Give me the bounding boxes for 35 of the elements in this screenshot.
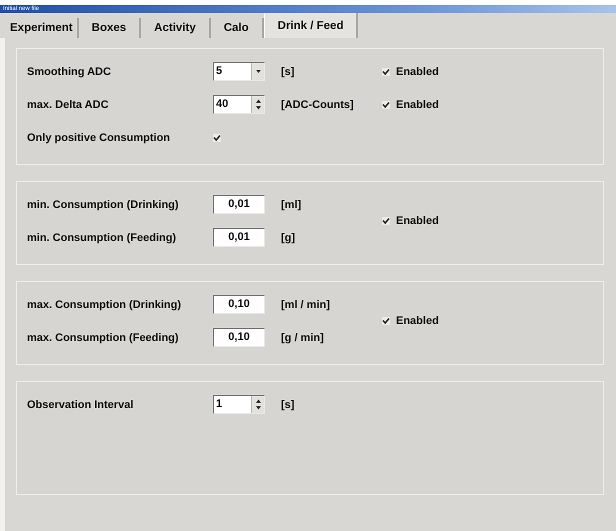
spin-arrows-icon[interactable] xyxy=(256,99,260,110)
field-label: Only positive Consumption xyxy=(27,132,172,144)
checkbox-label: Enabled xyxy=(396,66,439,78)
field-label: max. Consumption (Feeding) xyxy=(27,332,180,344)
unit-label: [ADC-Counts] xyxy=(281,98,355,110)
checkbox[interactable] xyxy=(382,217,390,225)
checkbox[interactable] xyxy=(213,134,221,142)
spin-arrows-icon[interactable] xyxy=(256,399,260,410)
unit-label: [g] xyxy=(281,232,296,244)
field-label: Observation Interval xyxy=(27,398,134,410)
spin-box[interactable]: 40 xyxy=(213,95,265,114)
unit-label: [ml] xyxy=(281,198,302,210)
unit-label: [s] xyxy=(281,66,296,78)
input-field[interactable]: 0,10 xyxy=(213,328,265,347)
checkbox[interactable] xyxy=(382,68,390,76)
checkbox[interactable] xyxy=(382,100,390,108)
input-field[interactable]: 0,01 xyxy=(213,228,265,247)
input-field[interactable]: 0,10 xyxy=(213,295,265,314)
unit-label: [s] xyxy=(281,398,296,410)
field-label: min. Consumption (Drinking) xyxy=(27,198,180,210)
checkbox[interactable] xyxy=(382,317,390,325)
checkbox-label: Enabled xyxy=(396,98,439,110)
tab[interactable]: Drink / Feed xyxy=(264,13,358,38)
input-field[interactable]: 0,01 xyxy=(213,195,265,214)
field-label: min. Consumption (Feeding) xyxy=(27,232,178,244)
unit-label: [g / min] xyxy=(281,332,325,344)
checkbox-label: Enabled xyxy=(396,315,439,327)
caret-icon[interactable] xyxy=(256,70,260,73)
field-label: max. Delta ADC xyxy=(27,98,110,110)
field-label: Smoothing ADC xyxy=(27,66,112,78)
dropdown[interactable]: 5 xyxy=(213,62,265,81)
field-label: max. Consumption (Drinking) xyxy=(27,298,182,310)
checkbox-label: Enabled xyxy=(396,215,439,227)
unit-label: [ml / min] xyxy=(281,298,331,310)
spin-box[interactable]: 1 xyxy=(213,395,265,414)
